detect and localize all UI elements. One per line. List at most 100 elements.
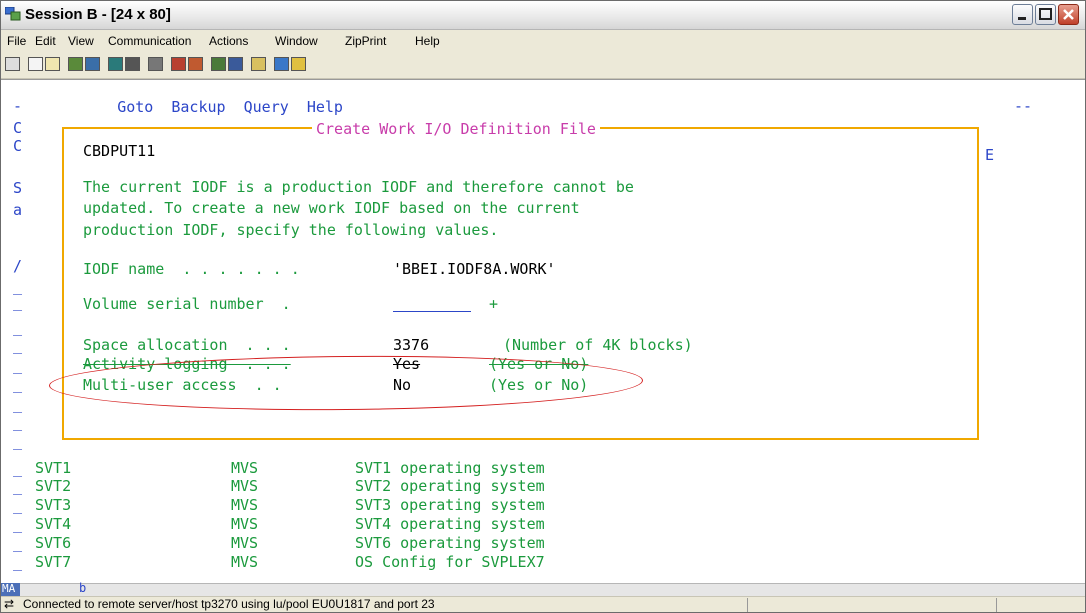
action-backup[interactable]: Backup <box>171 98 225 116</box>
left-column-13[interactable]: _ <box>13 356 22 374</box>
left-column-14[interactable]: _ <box>13 375 22 393</box>
left-column-6: a <box>13 201 23 219</box>
system-select-svt3[interactable]: _ <box>13 496 22 514</box>
status-separator-2 <box>996 598 997 612</box>
keypad-icon[interactable] <box>125 57 140 71</box>
system-desc-svt3: SVT3 operating system <box>355 496 545 514</box>
terminal-screen[interactable]: Goto Backup Query Help - C C S a / _ _ _… <box>1 79 1085 583</box>
menu-zipprint[interactable]: ZipPrint <box>345 34 386 48</box>
system-select-svt6[interactable]: _ <box>13 534 22 552</box>
action-goto[interactable]: Goto <box>117 98 153 116</box>
system-desc-svt7: OS Config for SVPLEX7 <box>355 553 545 571</box>
system-select-svt4[interactable]: _ <box>13 515 22 533</box>
volser-label: Volume serial number . <box>83 295 291 313</box>
left-column-11[interactable]: _ <box>13 318 22 336</box>
copy-icon[interactable] <box>28 57 43 71</box>
left-column-12[interactable]: _ <box>13 336 22 354</box>
action-bar: Goto Backup Query Help <box>63 80 343 134</box>
panel-title: Create Work I/O Definition File <box>312 120 600 138</box>
system-desc-svt4: SVT4 operating system <box>355 515 545 533</box>
system-name-svt1: SVT1 <box>35 459 72 477</box>
iodf-name-field[interactable]: 'BBEI.IODF8A.WORK' <box>393 260 556 278</box>
left-column-16[interactable]: _ <box>13 413 22 431</box>
menu-window[interactable]: Window <box>275 34 318 48</box>
system-name-svt6: SVT6 <box>35 534 72 552</box>
message-line-1: The current IODF is a production IODF an… <box>83 178 634 196</box>
right-column-e: E <box>985 146 995 164</box>
toolbar <box>1 52 1085 79</box>
system-name-svt4: SVT4 <box>35 515 72 533</box>
close-icon <box>1063 9 1074 20</box>
macro-record-icon[interactable] <box>171 57 186 71</box>
system-type-svt4: MVS <box>231 515 259 533</box>
macro-stop-icon[interactable] <box>188 57 203 71</box>
panel-id: CBDPUT11 <box>83 142 156 160</box>
system-type-svt2: MVS <box>231 477 259 495</box>
status-separator <box>747 598 748 612</box>
system-select-svt2[interactable]: _ <box>13 477 22 495</box>
menu-communication[interactable]: Communication <box>108 34 191 48</box>
oia-char: b <box>79 581 87 595</box>
close-button[interactable] <box>1058 4 1079 25</box>
left-column-10[interactable]: _ <box>13 293 22 311</box>
print-screen-icon[interactable] <box>5 57 20 71</box>
macro-play-icon[interactable] <box>211 57 226 71</box>
status-text: Connected to remote server/host tp3270 u… <box>23 597 435 611</box>
status-bar: ⇄ Connected to remote server/host tp3270… <box>1 596 1085 612</box>
system-type-svt1: MVS <box>231 459 259 477</box>
system-desc-svt1: SVT1 operating system <box>355 459 545 477</box>
volser-field-underline <box>393 311 471 312</box>
maximize-button[interactable] <box>1035 4 1056 25</box>
macro-edit-icon[interactable] <box>228 57 243 71</box>
system-type-svt3: MVS <box>231 496 259 514</box>
action-query[interactable]: Query <box>244 98 289 116</box>
left-column-2: C <box>13 119 23 137</box>
clipboard-icon[interactable] <box>251 57 266 71</box>
menu-file[interactable]: File <box>7 34 26 48</box>
color-icon[interactable] <box>148 57 163 71</box>
system-select-svt1[interactable]: _ <box>13 459 22 477</box>
operator-information-area: MA b <box>1 581 1085 596</box>
right-column-dashes: -- <box>1014 97 1033 115</box>
send-file-icon[interactable] <box>68 57 83 71</box>
action-help[interactable]: Help <box>307 98 343 116</box>
space-allocation-label: Space allocation . . . <box>83 336 291 354</box>
connection-icon: ⇄ <box>4 597 15 611</box>
iodf-name-label: IODF name . . . . . . . <box>83 260 300 278</box>
left-column-5: S <box>13 179 23 197</box>
oia-indicator: MA <box>1 583 20 596</box>
system-name-svt2: SVT2 <box>35 477 72 495</box>
system-type-svt7: MVS <box>231 553 259 571</box>
system-desc-svt2: SVT2 operating system <box>355 477 545 495</box>
menu-edit[interactable]: Edit <box>35 34 56 48</box>
menu-help[interactable]: Help <box>415 34 440 48</box>
session-icon <box>5 7 21 21</box>
minimize-button[interactable] <box>1012 4 1033 25</box>
system-select-svt7[interactable]: _ <box>13 553 22 571</box>
left-column-15[interactable]: _ <box>13 395 22 413</box>
menu-view[interactable]: View <box>68 34 94 48</box>
edit-icon[interactable] <box>291 57 306 71</box>
menu-bar: File Edit View Communication Actions Win… <box>1 30 1085 52</box>
system-name-svt7: SVT7 <box>35 553 72 571</box>
minimize-icon <box>1018 17 1026 20</box>
space-allocation-hint: (Number of 4K blocks) <box>503 336 693 354</box>
menu-actions[interactable]: Actions <box>209 34 248 48</box>
maximize-icon <box>1039 8 1052 20</box>
left-column-17[interactable]: _ <box>13 432 22 450</box>
message-line-3: production IODF, specify the following v… <box>83 221 499 239</box>
display-icon[interactable] <box>108 57 123 71</box>
paste-icon[interactable] <box>45 57 60 71</box>
left-column-3: C <box>13 137 23 155</box>
system-desc-svt6: SVT6 operating system <box>355 534 545 552</box>
window-title: Session B - [24 x 80] <box>25 6 171 23</box>
title-bar[interactable]: Session B - [24 x 80] <box>1 1 1085 30</box>
emulator-window: Session B - [24 x 80] File Edit View Com… <box>0 0 1086 613</box>
space-allocation-field[interactable]: 3376 <box>393 336 429 354</box>
volser-prompt-indicator: + <box>489 295 499 313</box>
left-column-8: / <box>13 257 23 275</box>
help-icon[interactable] <box>274 57 289 71</box>
receive-file-icon[interactable] <box>85 57 100 71</box>
system-name-svt3: SVT3 <box>35 496 72 514</box>
left-column-1: - <box>13 97 23 115</box>
